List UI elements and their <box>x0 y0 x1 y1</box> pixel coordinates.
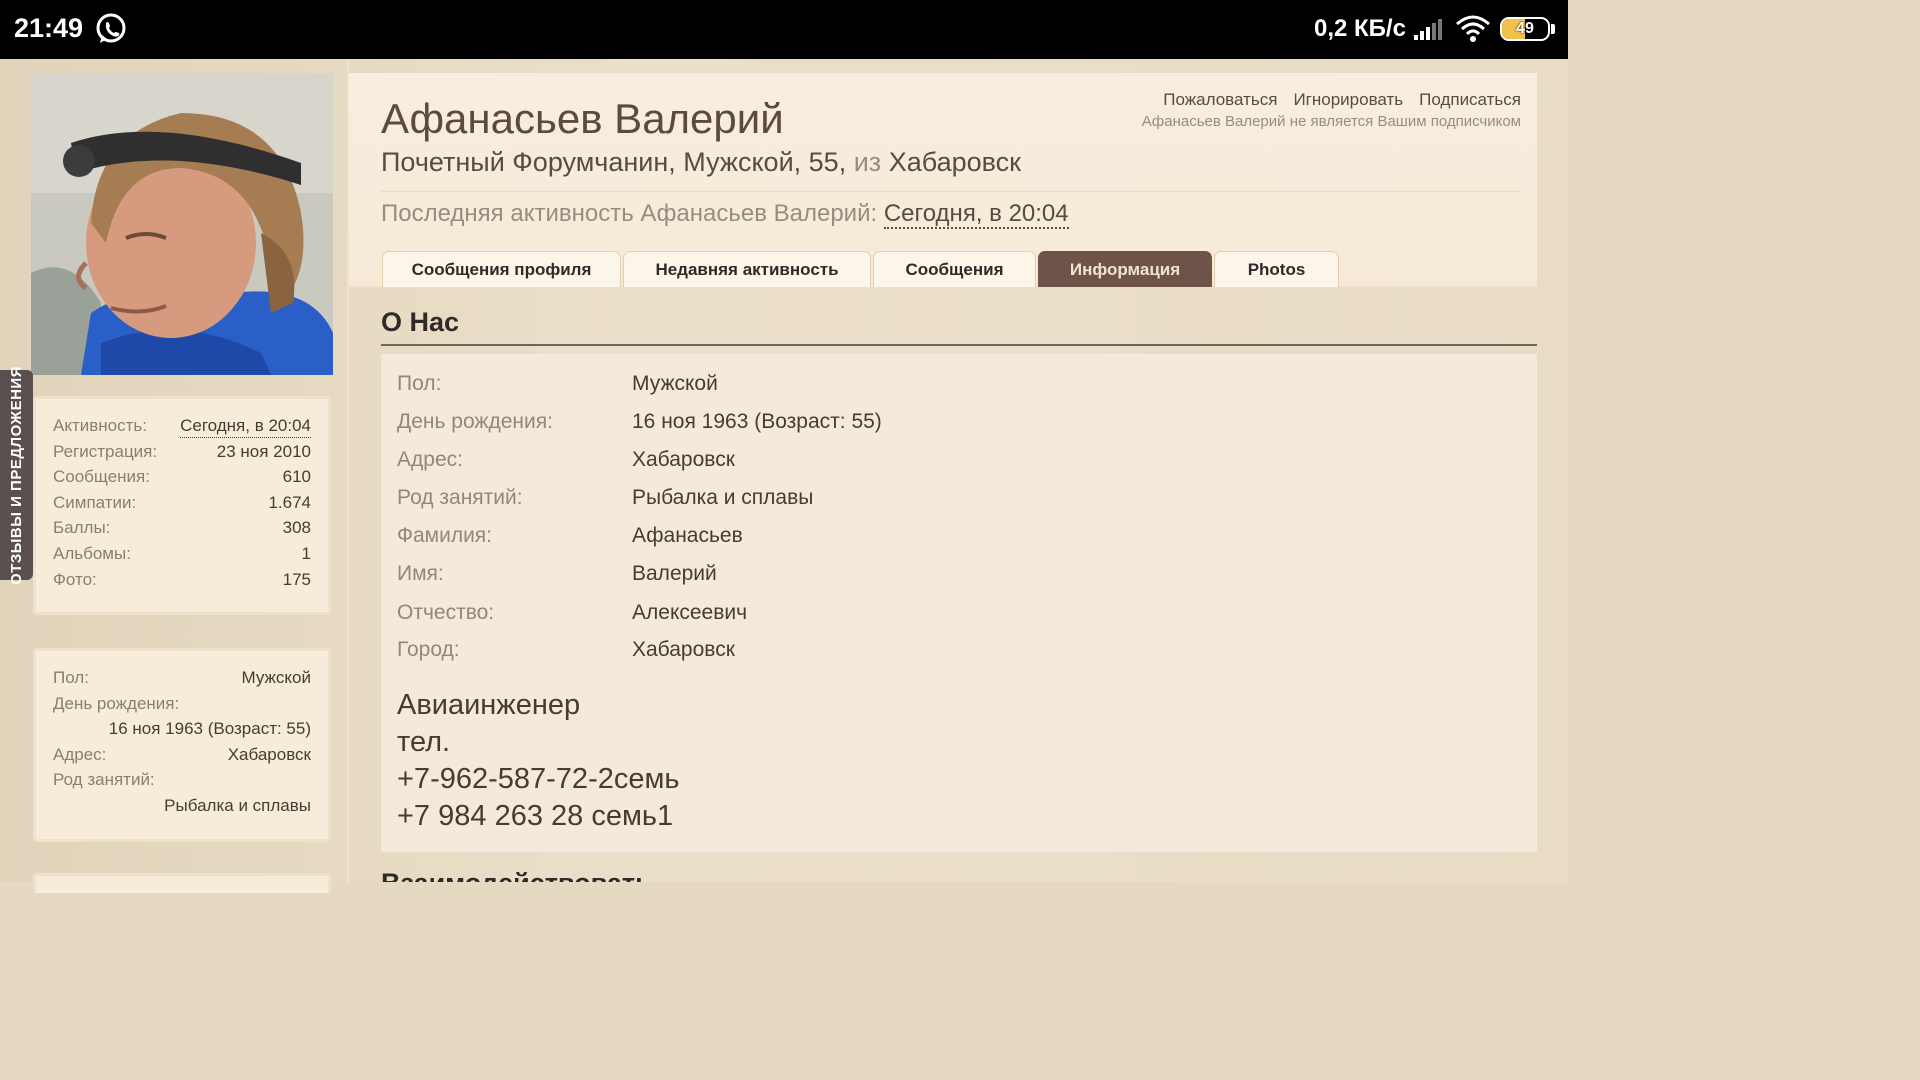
last-activity-label: Последняя активность Афанасьев Валерий: <box>381 200 878 227</box>
last-activity: Последняя активность Афанасьев Валерий: … <box>381 200 1069 229</box>
about-label: Род занятий: <box>397 486 523 509</box>
info-label: Пол: <box>53 668 89 687</box>
user-title-main: Почетный Форумчанин, Мужской, 55, <box>381 147 847 177</box>
about-title: О Нас <box>381 307 460 337</box>
stat-label: Баллы: <box>53 518 111 538</box>
page-title: Афанасьев Валерий <box>381 95 784 142</box>
stat-label: Сообщения: <box>53 467 150 487</box>
side-info-birthday-value: 16 ноя 1963 (Возраст: 55) <box>108 719 311 739</box>
stat-value[interactable]: 610 <box>283 464 311 490</box>
info-label: День рождения: <box>53 693 180 713</box>
about-value: Валерий <box>632 562 717 585</box>
info-label: Род занятий: <box>53 770 155 790</box>
about-free-line: тел. <box>397 726 451 758</box>
about-value: Рыбалка и сплавы <box>632 486 814 509</box>
status-bar: 21:49 0,2 КБ/с 49 <box>0 0 1568 59</box>
status-time: 21:49 <box>14 13 84 43</box>
network-speed: 0,2 КБ/с <box>1314 15 1406 42</box>
ignore-link[interactable]: Игнорировать <box>1293 90 1403 109</box>
about-free-text: Авиаинженер тел. +7-962-587-72-2семь +7 … <box>397 687 680 835</box>
stat-value[interactable]: 175 <box>283 567 311 593</box>
about-free-line: +7-962-587-72-2семь <box>397 763 680 795</box>
stat-likes: Симпатии: 1.674 <box>53 490 311 516</box>
header-divider <box>381 191 1521 192</box>
signal-icon <box>1414 19 1442 40</box>
feedback-tab-label: ОТЗЫВЫ И ПРЕДЛОЖЕНИЯ <box>8 365 25 585</box>
side-box-partial <box>33 873 331 893</box>
user-title-city: Хабаровск <box>888 147 1021 177</box>
avatar-image <box>31 73 333 375</box>
about-free-line: Авиаинженер <box>397 689 581 721</box>
about-label: Фамилия: <box>397 524 493 547</box>
about-value: Афанасьев <box>632 524 743 547</box>
stat-registration: Регистрация: 23 ноя 2010 <box>53 439 311 465</box>
stat-activity: Активность: Сегодня, в 20:04 <box>53 413 311 439</box>
info-label: Адрес: <box>53 744 107 764</box>
about-panel: Пол: Мужской День рождения: 16 ноя 1963 … <box>381 354 1537 852</box>
stat-label: Фото: <box>53 569 97 589</box>
user-title: Почетный Форумчанин, Мужской, 55, из Хаб… <box>381 147 1021 178</box>
stat-photos[interactable]: Фото: 175 <box>53 567 311 593</box>
stat-value[interactable]: 1 <box>302 541 311 567</box>
about-label: Пол: <box>397 372 442 395</box>
stat-label: Активность: <box>53 416 147 435</box>
stat-messages[interactable]: Сообщения: 610 <box>53 464 311 490</box>
side-info-gender: Пол: Мужской <box>53 665 311 691</box>
follow-link[interactable]: Подписаться <box>1419 90 1521 109</box>
about-value: Алексеевич <box>632 601 748 624</box>
about-label: День рождения: <box>397 410 553 433</box>
about-value: 16 ноя 1963 (Возраст: 55) <box>632 410 882 433</box>
stat-albums[interactable]: Альбомы: 1 <box>53 541 311 567</box>
about-label: Адрес: <box>397 448 463 471</box>
tab-photos[interactable]: Photos <box>1214 251 1339 287</box>
about-label: Город: <box>397 638 460 661</box>
side-info-occupation-label: Род занятий: <box>53 767 311 793</box>
tab-profile-posts[interactable]: Сообщения профиля <box>382 251 621 287</box>
tab-information[interactable]: Информация <box>1038 251 1212 287</box>
about-label: Имя: <box>397 562 444 585</box>
header-links: Пожаловаться Игнорировать Подписаться Афан… <box>1142 90 1521 130</box>
info-value: Хабаровск <box>227 744 311 764</box>
side-info-occupation-value: Рыбалка и сплавы <box>164 795 311 815</box>
about-value[interactable]: Хабаровск <box>632 441 735 479</box>
about-free-line: +7 984 263 28 семь1 <box>397 800 674 832</box>
about-rule <box>381 344 1537 346</box>
profile-tabs: Сообщения профиля Недавняя активность Со… <box>382 251 1341 287</box>
about-value: Мужской <box>632 372 718 395</box>
info-value: Мужской <box>241 668 312 687</box>
report-link[interactable]: Пожаловаться <box>1163 90 1277 109</box>
side-info-box: Пол: Мужской День рождения: 16 ноя 1963 … <box>33 648 331 842</box>
next-section-title-text: Взаимодействовать <box>381 868 652 882</box>
user-title-from: из <box>853 147 882 177</box>
stat-value: 1.674 <box>268 492 311 512</box>
last-activity-time[interactable]: Сегодня, в 20:04 <box>883 200 1069 229</box>
avatar[interactable] <box>31 73 333 375</box>
stat-label: Симпатии: <box>53 492 137 512</box>
side-info-birthday-label: День рождения: <box>53 691 311 717</box>
tab-recent-activity[interactable]: Недавняя активность <box>623 251 871 287</box>
whatsapp-icon <box>96 13 126 43</box>
stat-value: 308 <box>282 518 311 538</box>
stats-box: Активность: Сегодня, в 20:04 Регистрация… <box>33 396 331 615</box>
next-section-title: Взаимодействовать <box>381 867 1537 882</box>
battery-text: 49 <box>1516 20 1534 37</box>
stat-value: 23 ноя 2010 <box>216 441 311 461</box>
page: ОТЗЫВЫ И ПРЕДЛОЖЕНИЯ Активность: Сегодня… <box>0 59 1568 893</box>
feedback-tab[interactable]: ОТЗЫВЫ И ПРЕДЛОЖЕНИЯ <box>0 366 33 585</box>
battery-icon: 49 <box>1500 17 1550 41</box>
tab-messages[interactable]: Сообщения <box>873 251 1036 287</box>
about-label: Отчество: <box>397 601 495 624</box>
wifi-icon <box>1456 15 1490 42</box>
stat-label: Альбомы: <box>53 543 131 563</box>
stat-label: Регистрация: <box>53 441 158 461</box>
about-value: Хабаровск <box>632 638 735 661</box>
battery-tip <box>1551 24 1555 34</box>
follow-note: Афанасьев Валерий не является Вашим подп… <box>1141 113 1521 130</box>
side-info-address: Адрес: Хабаровск <box>53 742 311 768</box>
stat-value[interactable]: Сегодня, в 20:04 <box>180 415 311 438</box>
stat-points: Баллы: 308 <box>53 515 311 541</box>
